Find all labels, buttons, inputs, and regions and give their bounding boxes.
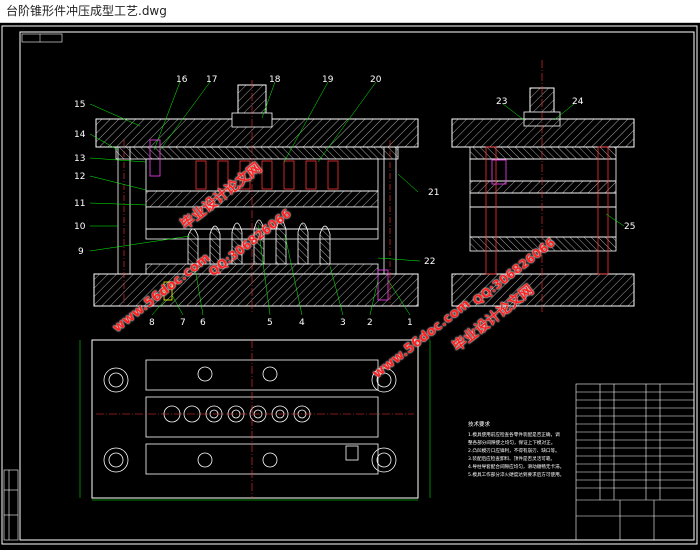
side-section-view (451, 60, 635, 312)
callout-12: 12 (74, 172, 85, 182)
callout-15: 15 (74, 100, 85, 110)
tech-note-line: 5.模具工作部分淬火硬度达到要求后方可使用。 (468, 473, 565, 478)
cad-drawing-canvas[interactable]: 16 17 18 19 20 15 14 13 12 11 10 9 8 7 6… (0, 22, 700, 546)
callout-19: 19 (322, 75, 334, 85)
cad-drawing: 16 17 18 19 20 15 14 13 12 11 10 9 8 7 6… (1, 25, 698, 545)
callout-3: 3 (340, 318, 346, 328)
callout-25: 25 (624, 222, 635, 232)
front-section-view (93, 80, 419, 312)
callout-22: 22 (424, 257, 435, 267)
callout-7: 7 (180, 318, 186, 328)
left-margin-strip (3, 469, 19, 541)
callout-10: 10 (74, 222, 86, 232)
tech-note-line: 2.凸凹模刃口应锋利，不得有崩刃、缺口等。 (468, 449, 560, 454)
callout-5: 5 (267, 318, 273, 328)
tech-note-heading: 技术要求 (468, 422, 491, 428)
tech-note-line: 1.模具使用前应检查各零件装配是否正确，调 (468, 433, 560, 438)
callout-23: 23 (496, 97, 507, 107)
callout-9: 9 (78, 247, 84, 257)
callout-17: 17 (206, 75, 217, 85)
corner-label-box (21, 33, 63, 43)
callout-20: 20 (370, 75, 382, 85)
window-title: 台阶锥形件冲压成型工艺.dwg (6, 4, 167, 18)
tech-note-line: 4.导柱导套配合间隙应均匀，滑动顺畅无卡滞。 (468, 465, 565, 470)
title-bar: 台阶锥形件冲压成型工艺.dwg (0, 0, 700, 23)
callout-6: 6 (200, 318, 206, 328)
callout-24: 24 (572, 97, 584, 107)
tech-note-line: 整各部分间隙使之均匀，保证上下模对正。 (468, 441, 556, 446)
callout-14: 14 (74, 130, 86, 140)
callout-1: 1 (407, 318, 413, 328)
callout-8: 8 (149, 318, 155, 328)
callout-11: 11 (74, 199, 85, 209)
callout-4: 4 (299, 318, 305, 328)
tech-note-line: 3.装配后应检查卸料、顶件是否灵活可靠。 (468, 457, 556, 462)
callout-18: 18 (269, 75, 281, 85)
callout-13: 13 (74, 154, 85, 164)
callout-16: 16 (176, 75, 188, 85)
callout-2: 2 (367, 318, 373, 328)
callout-21: 21 (428, 188, 439, 198)
title-block (575, 383, 695, 541)
